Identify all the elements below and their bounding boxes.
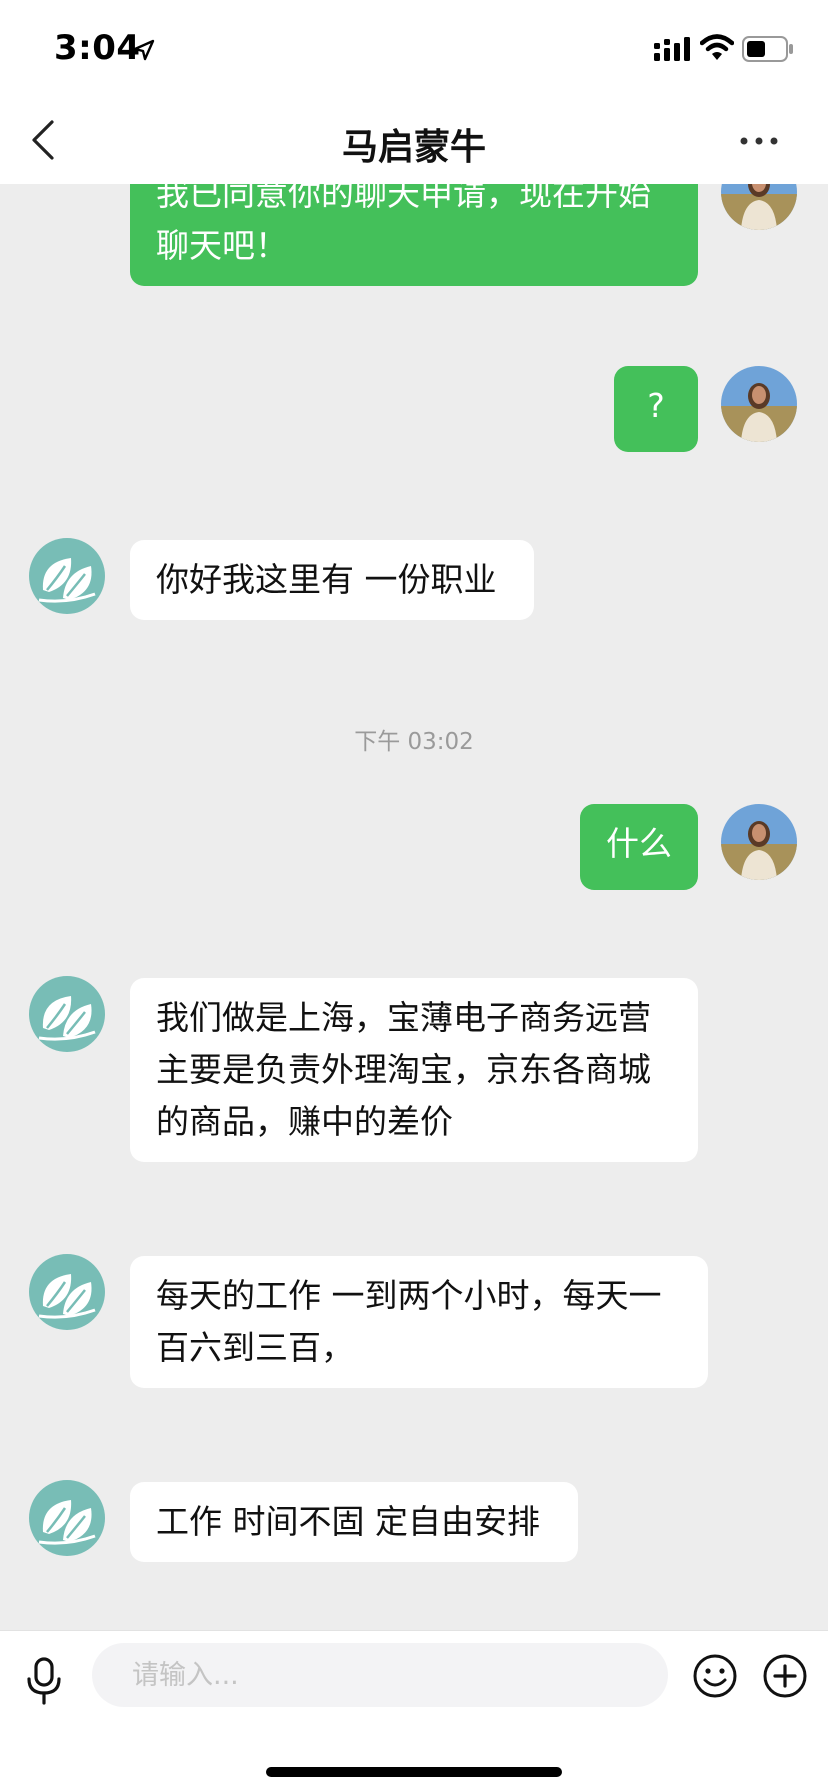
user-avatar[interactable] [721, 804, 797, 880]
contact-avatar[interactable] [29, 538, 105, 614]
signal-icon [654, 37, 690, 61]
chat-screen: 3:04 马启蒙牛 我已同意你的聊天申请，现在开始聊天吧！ ? 你好我这里有 一… [0, 0, 828, 1792]
message-input-bar [0, 1630, 828, 1792]
emoji-button[interactable] [692, 1653, 738, 1699]
voice-input-button[interactable] [26, 1657, 62, 1705]
message-bubble-received[interactable]: 每天的工作 一到两个小时，每天一百六到三百， [130, 1256, 708, 1388]
wifi-icon [700, 34, 734, 60]
home-indicator [266, 1767, 562, 1777]
message-bubble-sent[interactable]: 我已同意你的聊天申请，现在开始聊天吧！ [130, 184, 698, 286]
user-avatar-image [721, 366, 797, 442]
leaf-logo-icon [38, 1274, 96, 1319]
user-avatar[interactable] [721, 366, 797, 442]
contact-avatar[interactable] [29, 1480, 105, 1556]
status-time: 3:04 [54, 28, 141, 68]
status-bar: 3:04 [0, 0, 828, 100]
microphone-icon [27, 1657, 61, 1705]
chat-message-list[interactable]: 我已同意你的聊天申请，现在开始聊天吧！ ? 你好我这里有 一份职业 下午 03:… [0, 184, 828, 1630]
chat-title: 马启蒙牛 [341, 127, 486, 168]
message-bubble-sent[interactable]: ? [614, 366, 698, 452]
back-button[interactable] [28, 118, 58, 162]
nav-bar: 马启蒙牛 [0, 100, 828, 184]
leaf-logo-icon [38, 558, 96, 603]
message-bubble-received[interactable]: 我们做是上海，宝薄电子商务远营主要是负责外理淘宝，京东各商城的商品，赚中的差价 [130, 978, 698, 1162]
message-input[interactable] [92, 1643, 668, 1707]
contact-avatar[interactable] [29, 976, 105, 1052]
contact-avatar[interactable] [29, 1254, 105, 1330]
more-dots-icon [740, 137, 778, 145]
leaf-logo-icon [38, 1500, 96, 1545]
more-button[interactable] [740, 130, 778, 152]
leaf-logo-icon [38, 996, 96, 1041]
message-timestamp: 下午 03:02 [354, 729, 474, 755]
user-avatar[interactable] [721, 184, 797, 230]
chevron-left-icon [32, 120, 54, 160]
emoji-icon [693, 1654, 737, 1698]
user-avatar-image [721, 804, 797, 880]
message-bubble-sent[interactable]: 什么 [580, 804, 698, 890]
message-bubble-received[interactable]: 工作 时间不固 定自由安排 [130, 1482, 578, 1562]
location-arrow-icon [133, 39, 155, 61]
plus-icon [763, 1654, 807, 1698]
battery-icon [742, 36, 793, 62]
more-actions-button[interactable] [762, 1653, 808, 1699]
message-bubble-received[interactable]: 你好我这里有 一份职业 [130, 540, 534, 620]
user-avatar-image [721, 184, 797, 230]
